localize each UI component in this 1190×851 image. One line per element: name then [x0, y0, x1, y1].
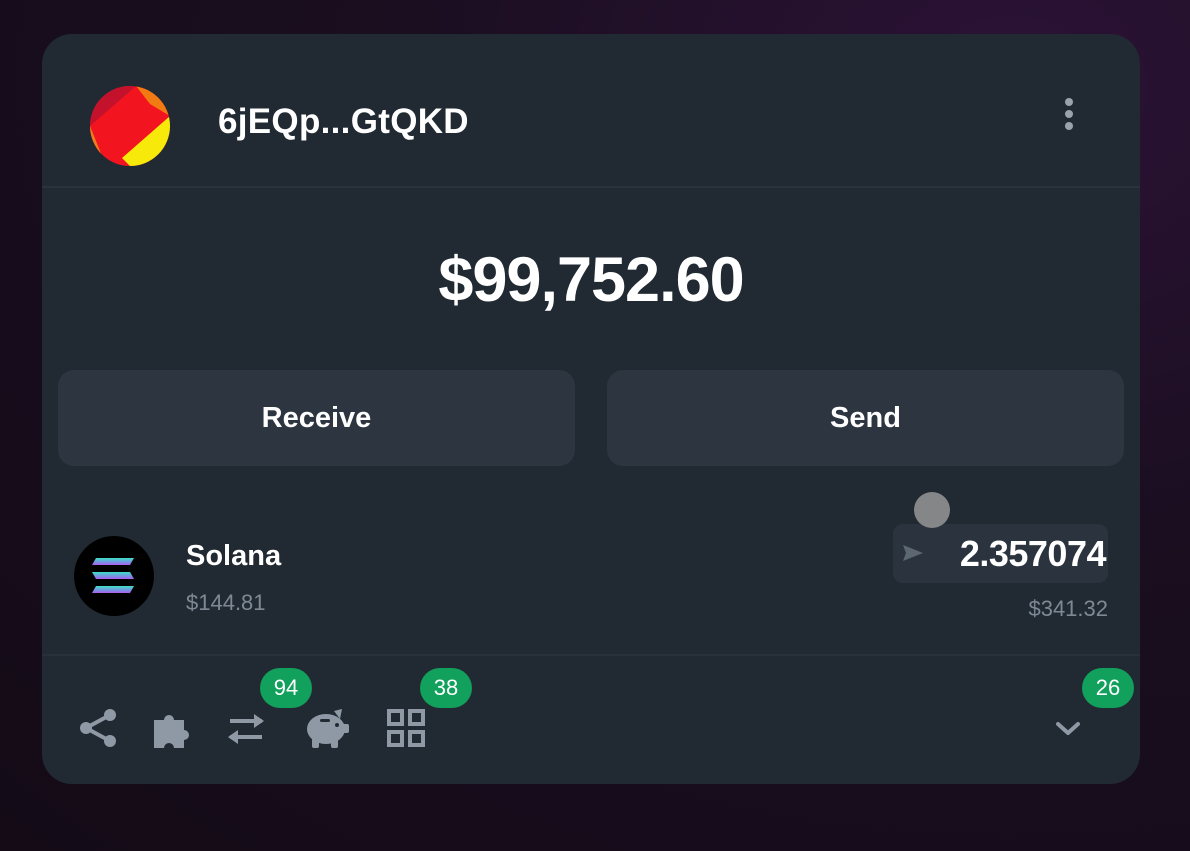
grid-badge: 38 — [420, 668, 472, 708]
grid-icon — [387, 709, 425, 747]
piggy-bank-icon — [307, 709, 349, 748]
send-button[interactable]: Send — [607, 370, 1124, 466]
mouse-cursor — [914, 492, 950, 528]
token-value: $341.32 — [1028, 596, 1108, 621]
account-avatar[interactable] — [90, 86, 170, 166]
account-name[interactable]: 6jEQp...GtQKD — [218, 102, 469, 142]
solana-logo-icon — [74, 536, 154, 616]
staking-button[interactable] — [304, 706, 349, 750]
total-balance: $99,752.60 — [438, 245, 744, 315]
send-arrow-icon — [903, 545, 923, 561]
chevron-down-icon — [1056, 722, 1080, 735]
more-options-button[interactable] — [1054, 92, 1084, 136]
more-vertical-icon — [1065, 98, 1073, 106]
token-price: $144.81 — [186, 590, 266, 615]
swap-arrows-icon — [228, 714, 264, 744]
swap-button[interactable] — [224, 706, 268, 750]
chevron-badge: 26 — [1082, 668, 1134, 708]
wallet-header: 6jEQp...GtQKD — [42, 34, 1140, 188]
collectibles-button[interactable] — [384, 706, 428, 750]
share-button[interactable] — [76, 706, 120, 750]
puzzle-icon — [154, 715, 189, 748]
wallet-card: 6jEQp...GtQKD $99,752.60 Receive Send So… — [42, 34, 1140, 784]
share-icon — [80, 709, 116, 747]
token-amount-box[interactable]: 2.357074 — [893, 524, 1108, 583]
avatar-icon — [90, 86, 170, 166]
token-amount: 2.357074 — [959, 533, 1107, 574]
expand-button[interactable] — [1046, 706, 1090, 750]
swap-badge: 94 — [260, 668, 312, 708]
extensions-button[interactable] — [150, 706, 194, 750]
token-name: Solana — [186, 540, 282, 572]
receive-button[interactable]: Receive — [58, 370, 575, 466]
token-row-solana[interactable]: Solana $144.81 2.357074 $341.32 — [42, 510, 1140, 656]
